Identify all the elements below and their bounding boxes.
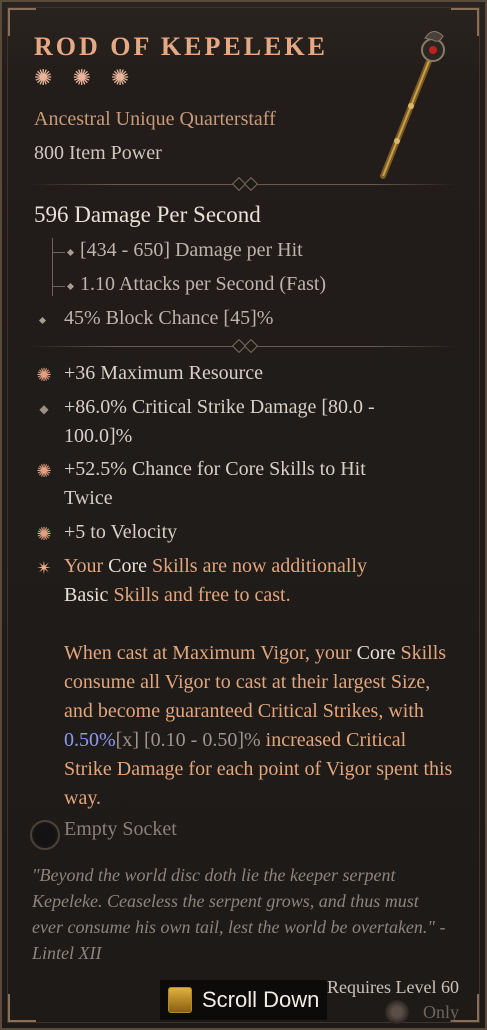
frame-corner bbox=[451, 8, 479, 36]
rarity-stars: ✺ ✺ ✺ bbox=[34, 66, 129, 90]
greater-affix-star-icon: ✺ bbox=[36, 365, 52, 385]
class-restriction-icon bbox=[385, 1000, 409, 1024]
greater-affix-star-icon: ✺ bbox=[36, 524, 52, 544]
item-tooltip: ROD OF KEPELEKE ✺ ✺ ✺ Ancestral Unique Q… bbox=[0, 0, 487, 1030]
affix-line: Twice bbox=[64, 487, 113, 509]
item-name: ROD OF KEPELEKE bbox=[34, 32, 328, 61]
unique-power-paragraph: When cast at Maximum Vigor, your Core Sk… bbox=[64, 642, 453, 809]
affix-diamond-icon: ◆ bbox=[39, 402, 49, 416]
frame-corner bbox=[8, 994, 36, 1022]
star-icon: ✺ bbox=[72, 65, 91, 90]
affix-line: +86.0% Critical Strike Damage [80.0 - bbox=[64, 396, 375, 418]
affix-line: 100.0]% bbox=[64, 425, 133, 447]
flavor-text: "Beyond the world disc doth lie the keep… bbox=[32, 865, 446, 963]
unique-power-icon: ✴ bbox=[36, 558, 52, 578]
class-restriction-label: Only bbox=[423, 1002, 459, 1022]
divider bbox=[30, 176, 457, 192]
block-chance: 45% Block Chance [45]% bbox=[64, 307, 274, 329]
star-icon: ✺ bbox=[34, 65, 53, 90]
roll-value: 0.50% bbox=[64, 729, 116, 751]
bullet-icon bbox=[38, 316, 47, 325]
affix-line: +52.5% Chance for Core Skills to Hit bbox=[64, 458, 366, 480]
scroll-down-label: Scroll Down bbox=[202, 987, 320, 1012]
dps-value: 596 Damage Per Second bbox=[34, 202, 261, 227]
star-icon: ✺ bbox=[110, 65, 130, 90]
affix-line: +5 to Velocity bbox=[64, 521, 178, 543]
key-prompt-icon bbox=[168, 987, 192, 1013]
divider bbox=[30, 338, 457, 354]
greater-affix-star-icon: ✺ bbox=[36, 461, 52, 481]
unique-power-text: Your Core Skills are now additionally Bas… bbox=[64, 552, 456, 813]
item-type: Ancestral Unique Quarterstaff bbox=[34, 108, 276, 130]
empty-socket-label: Empty Socket bbox=[64, 818, 177, 840]
attacks-per-second: 1.10 Attacks per Second (Fast) bbox=[80, 273, 327, 295]
item-power: 800 Item Power bbox=[34, 142, 162, 164]
frame-corner bbox=[8, 8, 36, 36]
affix-line: +36 Maximum Resource bbox=[64, 362, 264, 384]
socket-icon bbox=[30, 820, 60, 850]
unique-power-paragraph: Your Core Skills are now additionally Bas… bbox=[64, 555, 367, 606]
damage-per-hit: [434 - 650] Damage per Hit bbox=[80, 239, 303, 261]
quarterstaff-icon bbox=[380, 31, 445, 179]
scroll-down-button[interactable]: Scroll Down bbox=[160, 980, 328, 1020]
level-requirement: Requires Level 60 bbox=[327, 977, 459, 997]
